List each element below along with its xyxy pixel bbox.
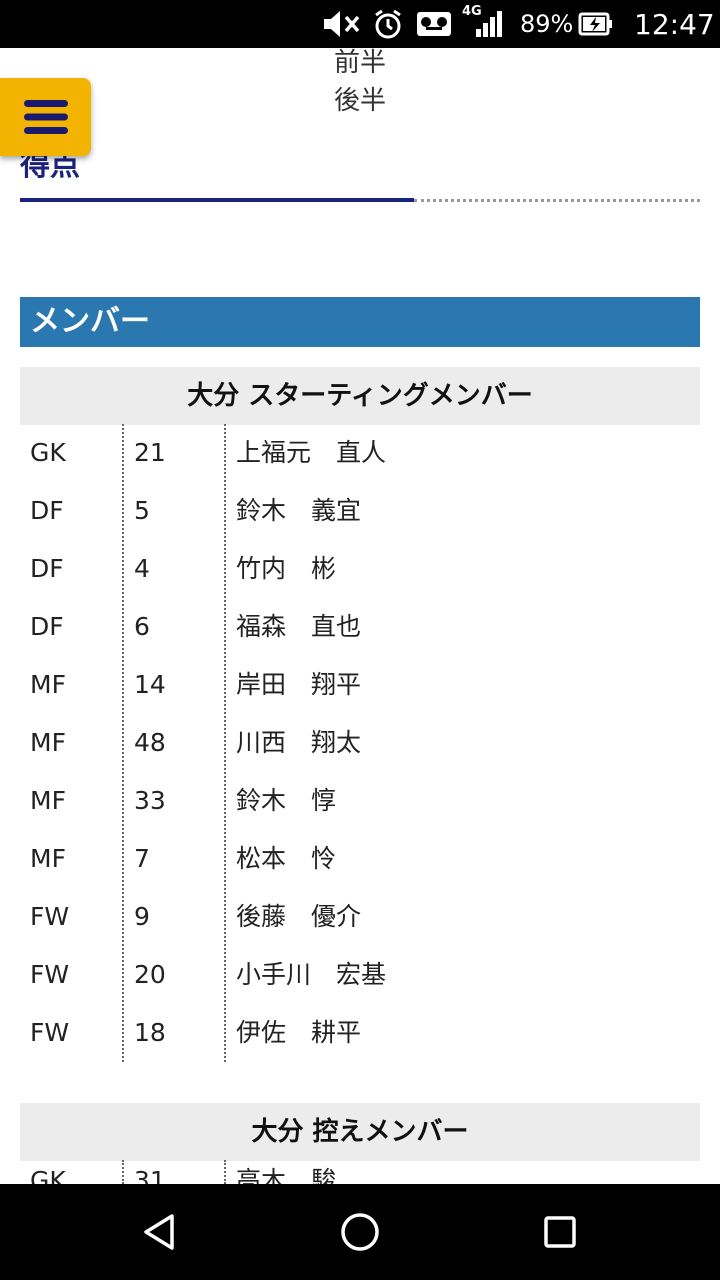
member-name: 川西 翔太 <box>236 728 362 757</box>
navigation-bar <box>0 1184 720 1280</box>
member-row: DF 5 鈴木 義宜 <box>20 482 700 540</box>
member-number: 5 <box>134 496 150 525</box>
hamburger-icon <box>23 100 68 134</box>
menu-button[interactable] <box>0 78 91 156</box>
battery-percent: 89% <box>520 10 574 38</box>
member-row: GK 31 高木 駿 <box>20 1160 700 1184</box>
member-name: 福森 直也 <box>236 612 362 641</box>
reserve-members-title: 大分 控えメンバー <box>20 1103 700 1161</box>
member-row: MF 7 松本 怜 <box>20 830 700 888</box>
member-row: MF 14 岸田 翔平 <box>20 656 700 714</box>
back-button[interactable] <box>136 1208 184 1256</box>
battery-charging-icon <box>578 0 614 48</box>
member-row: MF 33 鈴木 惇 <box>20 772 700 830</box>
member-name: 岸田 翔平 <box>236 670 362 699</box>
recents-button[interactable] <box>536 1208 584 1256</box>
member-row: DF 6 福森 直也 <box>20 598 700 656</box>
member-row: MF 48 川西 翔太 <box>20 714 700 772</box>
network-type: 4G <box>462 4 482 19</box>
member-number: 21 <box>134 438 166 467</box>
member-position: FW <box>30 960 70 989</box>
back-triangle-icon <box>144 1214 174 1250</box>
score-divider <box>20 198 700 202</box>
member-position: FW <box>30 1018 70 1047</box>
member-row: FW 9 後藤 優介 <box>20 888 700 946</box>
signal-icon: 4G <box>460 0 504 48</box>
member-position: GK <box>30 438 66 467</box>
home-circle-icon <box>341 1213 379 1251</box>
member-position: GK <box>30 1166 66 1184</box>
member-position: DF <box>30 612 64 641</box>
member-number: 9 <box>134 902 150 931</box>
member-position: DF <box>30 554 64 583</box>
voicemail-icon <box>416 0 452 48</box>
member-name: 小手川 宏基 <box>236 960 387 989</box>
member-name: 鈴木 義宜 <box>236 496 362 525</box>
members-section-header: メンバー <box>20 297 700 347</box>
member-number: 4 <box>134 554 150 583</box>
member-number: 6 <box>134 612 150 641</box>
starting-members-title: 大分 スターティングメンバー <box>20 367 700 425</box>
recents-square-icon <box>544 1216 576 1248</box>
member-row: DF 4 竹内 彬 <box>20 540 700 598</box>
second-half-label: 後半 <box>333 86 386 116</box>
member-position: MF <box>30 844 66 873</box>
member-position: MF <box>30 786 66 815</box>
home-button[interactable] <box>336 1208 384 1256</box>
member-row: FW 20 小手川 宏基 <box>20 946 700 1004</box>
member-name: 上福元 直人 <box>236 438 387 467</box>
mute-icon <box>322 0 362 48</box>
member-position: FW <box>30 902 70 931</box>
member-name: 伊佐 耕平 <box>236 1018 362 1047</box>
half-labels: 前半 後半 <box>0 44 720 120</box>
member-name: 後藤 優介 <box>236 902 362 931</box>
member-position: DF <box>30 496 64 525</box>
member-position: MF <box>30 670 66 699</box>
clock: 12:47 <box>634 7 715 41</box>
alarm-icon <box>372 0 404 48</box>
member-row: FW 18 伊佐 耕平 <box>20 1004 700 1062</box>
member-number: 18 <box>134 1018 166 1047</box>
member-number: 7 <box>134 844 150 873</box>
member-number: 33 <box>134 786 166 815</box>
member-number: 20 <box>134 960 166 989</box>
member-number: 14 <box>134 670 166 699</box>
starting-members-table: GK 21 上福元 直人 DF 5 鈴木 義宜 DF 4 竹内 彬 DF 6 福森 直也 MF 14 岸田 … <box>20 424 700 1062</box>
first-half-label: 前半 <box>333 48 386 78</box>
member-name: 高木 駿 <box>236 1166 337 1184</box>
member-number: 31 <box>134 1166 166 1184</box>
member-name: 鈴木 惇 <box>236 786 337 815</box>
reserve-members-table: GK 31 高木 駿 <box>20 1160 700 1184</box>
member-row: GK 21 上福元 直人 <box>20 424 700 482</box>
member-name: 竹内 彬 <box>236 554 337 583</box>
status-bar: 4G 89% 12:47 <box>0 0 720 48</box>
member-name: 松本 怜 <box>236 844 337 873</box>
member-position: MF <box>30 728 66 757</box>
member-number: 48 <box>134 728 166 757</box>
